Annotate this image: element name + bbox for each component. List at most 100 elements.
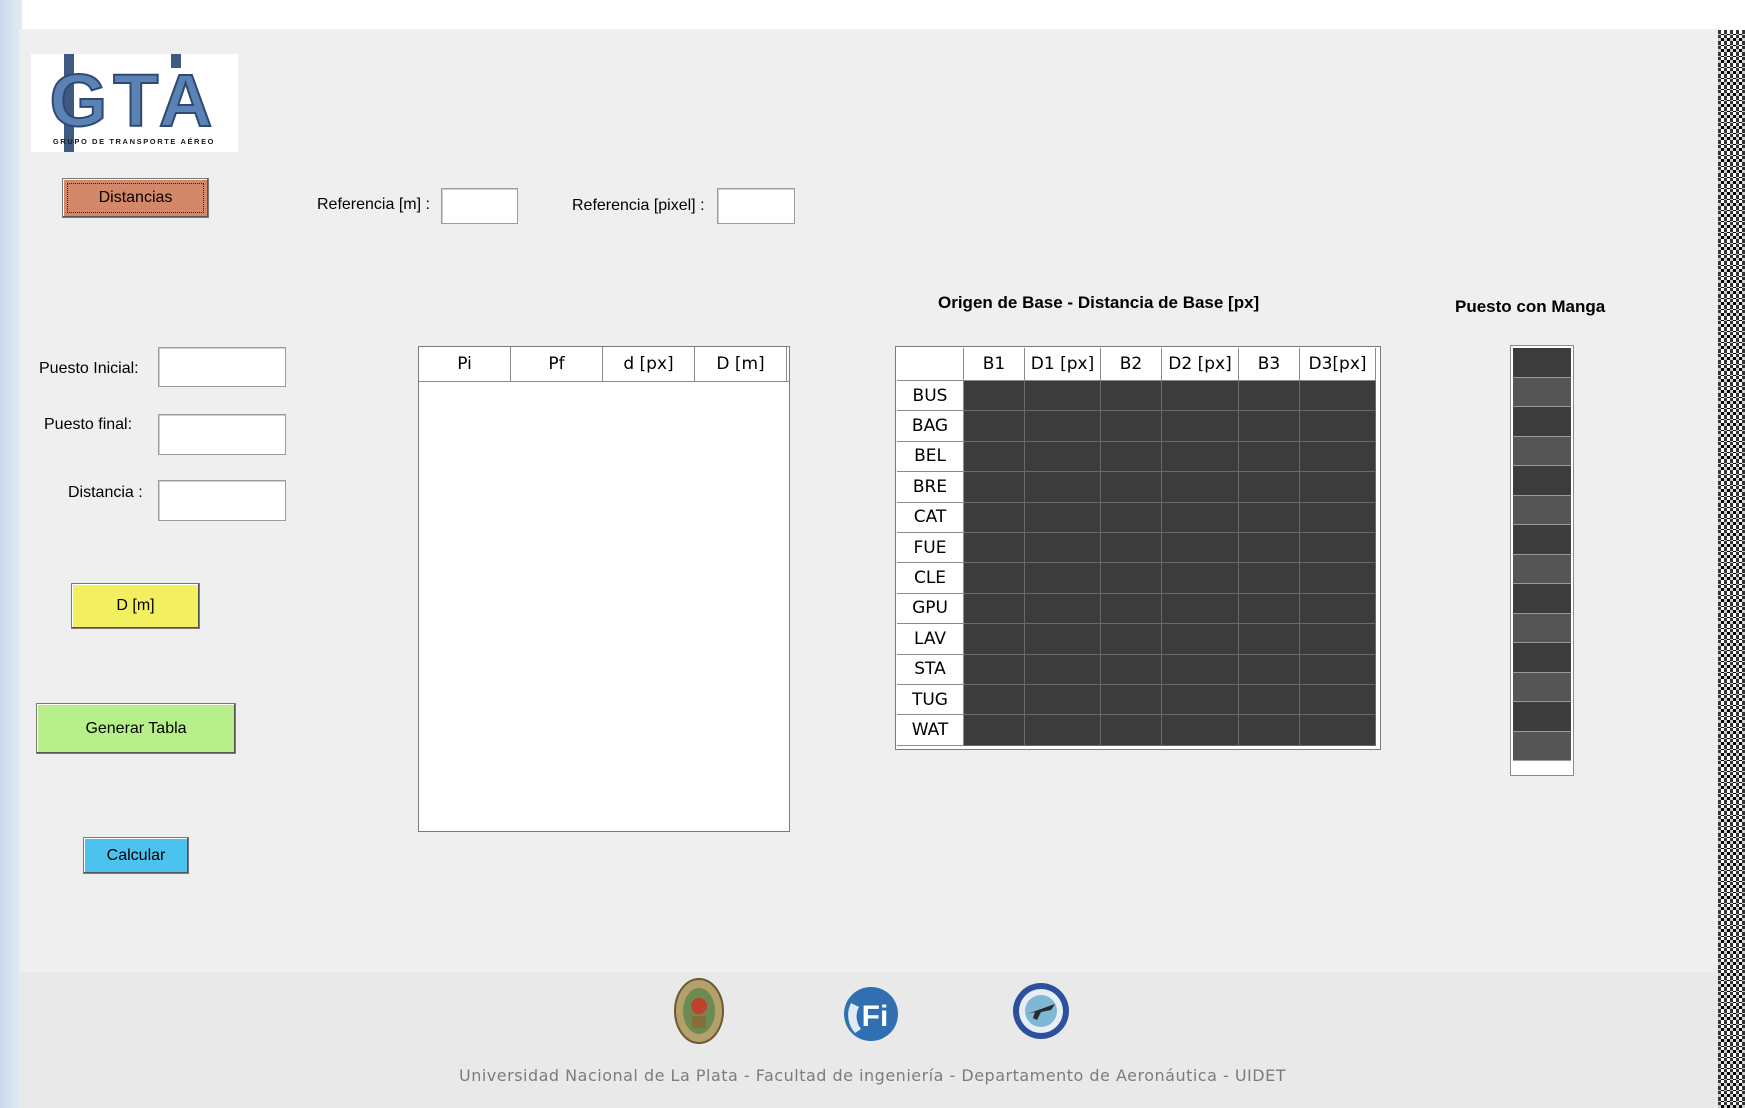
puesto-final-label: Puesto final:	[44, 416, 133, 433]
base-table-cell[interactable]	[1162, 411, 1239, 442]
base-table-cell[interactable]	[1239, 532, 1300, 564]
base-table-cell[interactable]	[1162, 654, 1239, 685]
base-table-cell[interactable]	[1025, 654, 1101, 685]
base-table-cell[interactable]	[964, 411, 1025, 442]
manga-row[interactable]	[1513, 554, 1571, 584]
puesto-final-input[interactable]	[158, 414, 286, 455]
manga-row[interactable]	[1513, 466, 1571, 496]
manga-row[interactable]	[1513, 495, 1571, 525]
logo-subtitle: GRUPO DE TRANSPORTE AÉREO	[53, 137, 215, 146]
generar-tabla-button[interactable]: Generar Tabla	[36, 703, 236, 754]
base-table-cell[interactable]	[1025, 624, 1101, 655]
base-table-cell[interactable]	[1239, 381, 1300, 412]
base-table-cell[interactable]	[964, 624, 1025, 655]
base-table-cell[interactable]	[1025, 715, 1101, 746]
base-table-cell[interactable]	[964, 502, 1025, 533]
base-table-cell[interactable]	[1239, 563, 1300, 594]
base-table-cell[interactable]	[1239, 715, 1300, 746]
manga-row[interactable]	[1513, 377, 1571, 407]
base-table-cell[interactable]	[1025, 381, 1101, 412]
base-table-cell[interactable]	[964, 654, 1025, 685]
base-table-cell[interactable]	[1162, 381, 1239, 412]
base-table-cell[interactable]	[1101, 502, 1162, 533]
manga-row[interactable]	[1513, 436, 1571, 466]
base-table-cell[interactable]	[1300, 441, 1376, 473]
manga-row[interactable]	[1513, 672, 1571, 702]
puesto-inicial-input[interactable]	[158, 347, 286, 387]
base-table-cell[interactable]	[1239, 411, 1300, 442]
base-table[interactable]: B1 D1 [px] B2 D2 [px] B3 D3[px] BUS BAG BEL BRE CA…	[895, 346, 1381, 750]
base-table-cell[interactable]	[1025, 441, 1101, 473]
base-table-cell[interactable]	[964, 381, 1025, 412]
manga-row[interactable]	[1513, 643, 1571, 673]
base-table-cell[interactable]	[1025, 502, 1101, 533]
referencia-pixel-input[interactable]	[717, 188, 795, 224]
base-table-cell[interactable]	[1300, 593, 1376, 625]
base-table-cell[interactable]	[1101, 684, 1162, 716]
base-table-cell[interactable]	[1300, 654, 1376, 685]
manga-row[interactable]	[1513, 525, 1571, 555]
manga-row[interactable]	[1513, 348, 1571, 378]
base-table-cell[interactable]	[1300, 411, 1376, 442]
base-table-cell[interactable]	[1162, 715, 1239, 746]
base-table-cell[interactable]	[1162, 624, 1239, 655]
base-table-cell[interactable]	[1300, 563, 1376, 594]
base-table-cell[interactable]	[1025, 593, 1101, 625]
manga-row[interactable]	[1513, 613, 1571, 643]
base-table-cell[interactable]	[1239, 684, 1300, 716]
base-table-cell[interactable]	[1025, 532, 1101, 564]
base-table-cell[interactable]	[1162, 563, 1239, 594]
base-table-cell[interactable]	[964, 532, 1025, 564]
base-table-cell[interactable]	[1101, 715, 1162, 746]
base-table-cell[interactable]	[1025, 684, 1101, 716]
base-table-cell[interactable]	[1239, 593, 1300, 625]
distancias-button[interactable]: Distancias	[62, 178, 209, 218]
base-table-cell[interactable]	[1101, 654, 1162, 685]
base-table-cell[interactable]	[1101, 472, 1162, 503]
base-table-cell[interactable]	[1300, 472, 1376, 503]
base-table-cell[interactable]	[1300, 624, 1376, 655]
base-table-cell[interactable]	[964, 472, 1025, 503]
manga-row[interactable]	[1513, 702, 1571, 732]
base-table-cell[interactable]	[1101, 563, 1162, 594]
base-table-cell[interactable]	[1300, 381, 1376, 412]
base-table-cell[interactable]	[1239, 502, 1300, 533]
manga-row[interactable]	[1513, 731, 1571, 761]
base-table-cell[interactable]	[1162, 441, 1239, 473]
calcular-button[interactable]: Calcular	[83, 837, 189, 874]
manga-row[interactable]	[1513, 407, 1571, 437]
base-table-cell[interactable]	[1101, 624, 1162, 655]
referencia-m-input[interactable]	[441, 188, 518, 224]
base-table-cell[interactable]	[1300, 684, 1376, 716]
base-table-cell[interactable]	[1300, 532, 1376, 564]
base-table-cell[interactable]	[1162, 684, 1239, 716]
d-m-button[interactable]: D [m]	[71, 583, 200, 629]
distancia-input[interactable]	[158, 480, 286, 521]
base-table-cell[interactable]	[1162, 472, 1239, 503]
base-table-cell[interactable]	[1101, 441, 1162, 473]
base-table-cell[interactable]	[1239, 654, 1300, 685]
base-table-cell[interactable]	[964, 593, 1025, 625]
base-table-cell[interactable]	[1101, 381, 1162, 412]
base-table-cell[interactable]	[1101, 593, 1162, 625]
base-table-cell[interactable]	[964, 563, 1025, 594]
base-table-cell[interactable]	[1300, 715, 1376, 746]
base-table-cell[interactable]	[1239, 441, 1300, 473]
base-table-cell[interactable]	[1101, 411, 1162, 442]
base-table-cell[interactable]	[964, 441, 1025, 473]
base-table-cell[interactable]	[1025, 472, 1101, 503]
base-table-cell[interactable]	[964, 715, 1025, 746]
base-table-cell[interactable]	[1025, 563, 1101, 594]
base-table-cell[interactable]	[1162, 502, 1239, 533]
base-table-cell[interactable]	[1101, 532, 1162, 564]
base-table-cell[interactable]	[1300, 502, 1376, 533]
base-table-cell[interactable]	[1025, 411, 1101, 442]
base-table-cell[interactable]	[1162, 593, 1239, 625]
base-table-cell[interactable]	[1239, 472, 1300, 503]
base-table-cell[interactable]	[1162, 532, 1239, 564]
manga-row[interactable]	[1513, 584, 1571, 614]
distance-table[interactable]: Pi Pf d [px] D [m]	[418, 346, 790, 832]
base-table-cell[interactable]	[1239, 624, 1300, 655]
base-table-cell[interactable]	[964, 684, 1025, 716]
manga-table[interactable]	[1510, 345, 1574, 776]
